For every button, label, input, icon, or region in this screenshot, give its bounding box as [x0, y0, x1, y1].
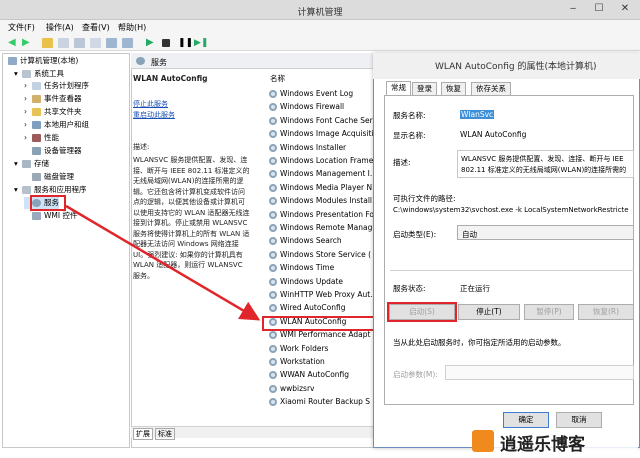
- dialog-title-bar: WLAN AutoConfig 的属性(本地计算机): [373, 53, 640, 79]
- startup-type-value: 自动: [462, 230, 477, 239]
- path-value: C:\windows\system32\svchost.exe -k Local…: [393, 206, 629, 214]
- params-input[interactable]: [445, 365, 634, 380]
- display-name-value: WLAN AutoConfig: [460, 130, 527, 139]
- watermark-text: 逍遥乐博客: [500, 435, 585, 455]
- tab-recovery[interactable]: 恢复: [441, 82, 466, 95]
- tab-content: [384, 95, 634, 405]
- dialog-title: WLAN AutoConfig 的属性(本地计算机): [435, 62, 597, 72]
- dialog-description-line: 802.11 标准定义的无线局域网(WLAN)的连接所需的: [461, 166, 627, 174]
- resume-button[interactable]: 恢复(R): [578, 304, 634, 320]
- stop-button[interactable]: 停止(T): [458, 304, 520, 320]
- watermark: 逍遥乐博客: [472, 428, 638, 455]
- dialog-description-box[interactable]: WLANSVC 服务提供配置、发现、连接、断开与 IEE 802.11 标准定义…: [457, 150, 634, 178]
- service-name-value[interactable]: WlanSvc: [460, 110, 495, 119]
- startup-type-select[interactable]: 自动: [457, 225, 634, 240]
- tab-dependencies[interactable]: 依存关系: [471, 82, 511, 95]
- highlight-start: [387, 302, 457, 322]
- divider: [390, 270, 634, 271]
- service-status-value: 正在运行: [460, 284, 490, 293]
- dialog-description-line: WLANSVC 服务提供配置、发现、连接、断开与 IEE: [461, 155, 624, 163]
- arrow-to-wlan: [65, 204, 261, 321]
- cancel-button[interactable]: 取消: [556, 412, 602, 428]
- params-hint: 当从此处启动服务时，你可指定所适用的启动参数。: [393, 338, 566, 347]
- startup-type-label: 启动类型(E):: [393, 230, 437, 239]
- ok-button[interactable]: 确定: [503, 412, 549, 428]
- pause-button[interactable]: 暂停(P): [524, 304, 574, 320]
- tab-logon[interactable]: 登录: [412, 82, 437, 95]
- logo-icon: [472, 430, 494, 452]
- dialog-description-label: 描述:: [393, 158, 411, 167]
- tab-general[interactable]: 常规: [386, 81, 411, 95]
- display-name-label: 显示名称:: [393, 131, 426, 140]
- path-container: C:\windows\system32\svchost.exe -k Local…: [390, 205, 634, 217]
- path-label: 可执行文件的路径:: [393, 194, 456, 203]
- service-status-label: 服务状态:: [393, 284, 426, 293]
- params-label: 启动参数(M):: [393, 370, 438, 379]
- service-name-label: 服务名称:: [393, 111, 426, 120]
